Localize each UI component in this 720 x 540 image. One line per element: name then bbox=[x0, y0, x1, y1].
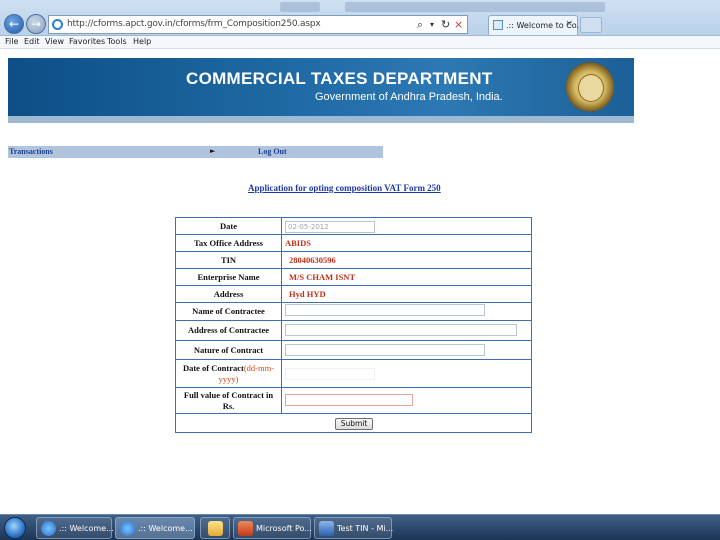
nav-logout-link[interactable]: Log Out bbox=[258, 147, 287, 156]
form-row-date: Date 02-05-2012 bbox=[176, 218, 531, 235]
taskbar-item-ie-1[interactable]: .:: Welcome... bbox=[36, 517, 114, 539]
ie-icon bbox=[41, 521, 56, 536]
banner-bottom-strip bbox=[8, 116, 634, 123]
powerpoint-icon bbox=[238, 521, 253, 536]
tax-office-value: ABIDS bbox=[285, 238, 311, 248]
refresh-icon[interactable]: ↻ bbox=[441, 18, 450, 32]
forward-button[interactable]: → bbox=[26, 14, 46, 34]
windows-taskbar: .:: Welcome... .:: Welcome... Microsoft … bbox=[0, 514, 720, 540]
stop-icon[interactable]: × bbox=[454, 18, 463, 32]
taskbar-item-label: Microsoft Po... bbox=[256, 524, 312, 533]
taskbar-item-word[interactable]: Test TIN - Mi... bbox=[314, 517, 394, 539]
new-tab-button[interactable] bbox=[580, 17, 602, 33]
taskbar-item-ie-2[interactable]: .:: Welcome... bbox=[115, 517, 195, 539]
word-icon bbox=[319, 521, 334, 536]
contractee-name-label: Name of Contractee bbox=[176, 303, 282, 320]
composition-form-table: Date 02-05-2012 Tax Office Address ABIDS… bbox=[175, 217, 532, 433]
address-dropdown-icon[interactable]: ▾ bbox=[430, 18, 434, 32]
submenu-arrow-icon: ► bbox=[210, 147, 216, 155]
forward-arrow-icon: → bbox=[30, 17, 42, 31]
contract-date-label-text: Date of Contract bbox=[182, 362, 244, 373]
banner-title: COMMERCIAL TAXES DEPARTMENT bbox=[186, 69, 493, 88]
taskbar-item-explorer[interactable] bbox=[200, 517, 230, 539]
form-row-contract-date: Date of Contract(dd-mm-yyyy) bbox=[176, 360, 531, 388]
enterprise-value: M/S CHAM ISNT bbox=[289, 272, 356, 282]
menu-edit[interactable]: Edit bbox=[24, 37, 40, 46]
folder-icon bbox=[208, 521, 223, 536]
back-button[interactable]: ← bbox=[4, 14, 24, 34]
full-value-input[interactable] bbox=[285, 394, 413, 406]
contractee-name-input[interactable] bbox=[285, 304, 485, 316]
full-value-label: Full value of Contract in Rs. bbox=[176, 388, 282, 413]
form-row-address: Address Hyd HYD bbox=[176, 286, 531, 303]
form-row-contractee-address: Address of Contractee bbox=[176, 321, 531, 341]
nature-of-contract-input[interactable] bbox=[285, 344, 485, 356]
taskbar-item-powerpoint[interactable]: Microsoft Po... bbox=[233, 517, 312, 539]
search-icon[interactable]: ⌕ bbox=[417, 18, 423, 32]
address-label: Address bbox=[176, 286, 282, 302]
taskbar-item-label: .:: Welcome... bbox=[138, 524, 193, 533]
taskbar-item-label: Test TIN - Mi... bbox=[337, 524, 394, 533]
contract-date-input[interactable] bbox=[285, 368, 375, 380]
menu-view[interactable]: View bbox=[45, 37, 64, 46]
menu-file[interactable]: File bbox=[5, 37, 18, 46]
tab-page-icon bbox=[493, 20, 503, 30]
date-field[interactable]: 02-05-2012 bbox=[285, 221, 375, 233]
close-icon[interactable]: × bbox=[565, 19, 573, 29]
form-row-contractee: Name of Contractee bbox=[176, 303, 531, 321]
ie-icon bbox=[120, 521, 135, 536]
form-heading: Application for opting composition VAT F… bbox=[248, 183, 441, 193]
menu-bar: File Edit View Favorites Tools Help bbox=[0, 36, 720, 49]
blurred-title-fragment bbox=[345, 2, 605, 12]
form-row-full-value: Full value of Contract in Rs. bbox=[176, 388, 531, 414]
nav-transactions-link[interactable]: Transactions bbox=[9, 147, 53, 156]
form-row-nature: Nature of Contract bbox=[176, 341, 531, 360]
contract-date-label: Date of Contract(dd-mm-yyyy) bbox=[176, 360, 282, 387]
submit-button[interactable]: Submit bbox=[335, 418, 373, 430]
address-value: Hyd HYD bbox=[289, 289, 326, 299]
back-arrow-icon: ← bbox=[8, 17, 20, 31]
contractee-address-input[interactable] bbox=[285, 324, 517, 336]
menu-favorites[interactable]: Favorites bbox=[69, 37, 105, 46]
menu-tools[interactable]: Tools bbox=[107, 37, 127, 46]
tin-label: TIN bbox=[176, 252, 282, 268]
start-button[interactable] bbox=[4, 517, 26, 539]
nav-strip bbox=[8, 146, 383, 158]
address-url[interactable]: http://cforms.apct.gov.in/cforms/frm_Com… bbox=[67, 19, 321, 29]
state-emblem-logo bbox=[566, 62, 614, 112]
form-row-tin: TIN 28040630596 bbox=[176, 252, 531, 269]
address-bar[interactable]: http://cforms.apct.gov.in/cforms/frm_Com… bbox=[48, 15, 468, 34]
form-row-tax-office: Tax Office Address ABIDS bbox=[176, 235, 531, 252]
contractee-address-label: Address of Contractee bbox=[176, 321, 282, 340]
enterprise-label: Enterprise Name bbox=[176, 269, 282, 285]
ie-page-icon bbox=[52, 19, 63, 30]
date-label: Date bbox=[176, 218, 282, 234]
tax-office-label: Tax Office Address bbox=[176, 235, 282, 251]
banner-subtitle: Government of Andhra Pradesh, India. bbox=[315, 91, 503, 103]
nature-of-contract-label: Nature of Contract bbox=[176, 341, 282, 359]
form-row-enterprise: Enterprise Name M/S CHAM ISNT bbox=[176, 269, 531, 286]
blurred-title-fragment bbox=[280, 2, 320, 12]
taskbar-item-label: .:: Welcome... bbox=[59, 524, 114, 533]
browser-tab[interactable]: .:: Welcome to Co... × bbox=[488, 15, 584, 35]
menu-help[interactable]: Help bbox=[133, 37, 151, 46]
tin-value: 28040630596 bbox=[289, 255, 336, 265]
